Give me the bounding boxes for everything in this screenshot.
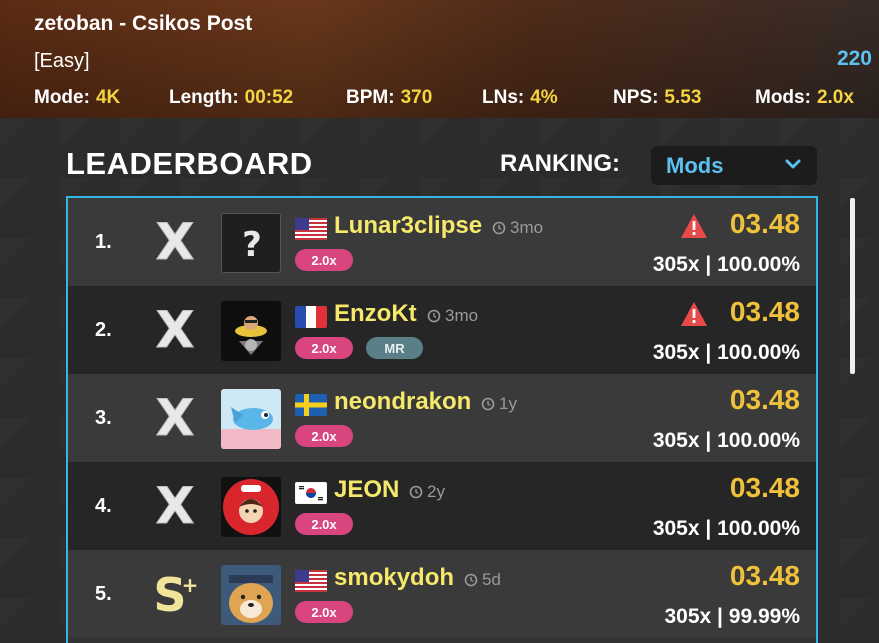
ranking-label: RANKING:	[500, 150, 620, 177]
time-ago: 3mo	[492, 218, 543, 238]
avatar[interactable]: ?	[221, 213, 281, 273]
player-name[interactable]: JEON	[334, 476, 399, 504]
warning-icon[interactable]	[680, 213, 708, 239]
mod-badge: 2.0x	[295, 425, 353, 447]
rank-number: 5.	[95, 583, 112, 605]
rank-number: 2.	[95, 319, 112, 341]
leaderboard-row[interactable]: 1. X ? Lunar3clipse 3mo 2.0x 03.48 305x …	[68, 198, 816, 286]
mod-badge: 2.0x	[295, 249, 353, 271]
avatar[interactable]	[221, 477, 281, 537]
clock-icon	[481, 397, 495, 411]
score-count: 220	[836, 47, 872, 70]
svg-text:+: +	[182, 573, 199, 597]
clock-icon	[464, 573, 478, 587]
rank-number: 4.	[95, 495, 112, 517]
flag-us-icon	[295, 570, 327, 592]
flag-fr-icon	[295, 306, 327, 328]
stat-mode: Mode: 4K	[34, 87, 121, 108]
svg-text:X: X	[156, 390, 195, 444]
svg-text:X: X	[156, 214, 195, 268]
performance-rating: 03.48	[729, 472, 800, 503]
grade-splus-icon: S +	[150, 566, 200, 620]
stat-lns: LNs: 4%	[482, 87, 558, 108]
leaderboard-row[interactable]: 5. S + smokydoh 5d 2.0x 03.48 305x | 99.…	[68, 550, 816, 638]
avatar[interactable]	[221, 301, 281, 361]
song-title: zetoban - Csikos Post	[34, 12, 253, 35]
ranking-dropdown[interactable]: Mods	[651, 146, 817, 185]
stat-nps: NPS: 5.53	[613, 87, 702, 108]
map-banner: zetoban - Csikos Post [Easy] 220 Mode: 4K…	[0, 0, 879, 118]
rank-number: 3.	[95, 407, 112, 429]
grade-x-icon: X	[150, 214, 200, 268]
leaderboard-row[interactable]: 3. X neondrakon 1y 2.0x 03.48 305x | 100…	[68, 374, 816, 462]
grade-x-icon: X	[150, 390, 200, 444]
grade-x-icon: X	[150, 478, 200, 532]
svg-text:X: X	[156, 302, 195, 356]
leaderboard-row[interactable]: 2. X EnzoKt 3mo 2.0x MR 03.48 305x | 100…	[68, 286, 816, 374]
player-name[interactable]: EnzoKt	[334, 300, 417, 328]
mod-badge: 2.0x	[295, 513, 353, 535]
combo-accuracy: 305x | 100.00%	[652, 517, 800, 540]
chevron-down-icon	[785, 159, 801, 169]
leaderboard-title: LEADERBOARD	[66, 146, 313, 181]
performance-rating: 03.48	[729, 384, 800, 415]
player-name[interactable]: smokydoh	[334, 564, 454, 592]
time-ago: 5d	[464, 570, 501, 590]
ranking-dropdown-value: Mods	[666, 152, 724, 178]
avatar[interactable]	[221, 389, 281, 449]
stat-mods: Mods: 2.0x	[755, 87, 854, 108]
combo-accuracy: 305x | 100.00%	[652, 429, 800, 452]
time-ago: 1y	[481, 394, 517, 414]
combo-accuracy: 305x | 100.00%	[652, 253, 800, 276]
player-name[interactable]: Lunar3clipse	[334, 212, 482, 240]
leaderboard-list[interactable]: 1. X ? Lunar3clipse 3mo 2.0x 03.48 305x …	[66, 196, 818, 643]
mod-badge: 2.0x	[295, 601, 353, 623]
performance-rating: 03.48	[729, 560, 800, 591]
grade-x-icon: X	[150, 302, 200, 356]
clock-icon	[409, 485, 423, 499]
time-ago: 3mo	[427, 306, 478, 326]
map-stats: Mode: 4K Length: 00:52 BPM: 370 LNs: 4% NPS:…	[0, 87, 879, 113]
performance-rating: 03.48	[729, 208, 800, 239]
stat-length: Length: 00:52	[169, 87, 294, 108]
mirror-badge: MR	[366, 337, 423, 359]
clock-icon	[427, 309, 441, 323]
svg-text:?: ?	[242, 225, 262, 265]
flag-us-icon	[295, 218, 327, 240]
svg-text:X: X	[156, 478, 195, 532]
combo-accuracy: 305x | 99.99%	[664, 605, 801, 628]
stat-bpm: BPM: 370	[346, 87, 433, 108]
combo-accuracy: 305x | 100.00%	[652, 341, 800, 364]
player-name[interactable]: neondrakon	[334, 388, 471, 416]
clock-icon	[492, 221, 506, 235]
flag-se-icon	[295, 394, 327, 416]
avatar[interactable]	[221, 565, 281, 625]
performance-rating: 03.48	[729, 296, 800, 327]
leaderboard-row[interactable]: 4. X JEON 2y 2.0x 03.48 305x | 100.00%	[68, 462, 816, 550]
time-ago: 2y	[409, 482, 445, 502]
mod-badge: 2.0x	[295, 337, 353, 359]
rank-number: 1.	[95, 231, 112, 253]
difficulty-label: [Easy]	[34, 50, 90, 72]
scrollbar[interactable]	[850, 198, 855, 374]
warning-icon[interactable]	[680, 301, 708, 327]
flag-kr-icon	[295, 482, 327, 504]
